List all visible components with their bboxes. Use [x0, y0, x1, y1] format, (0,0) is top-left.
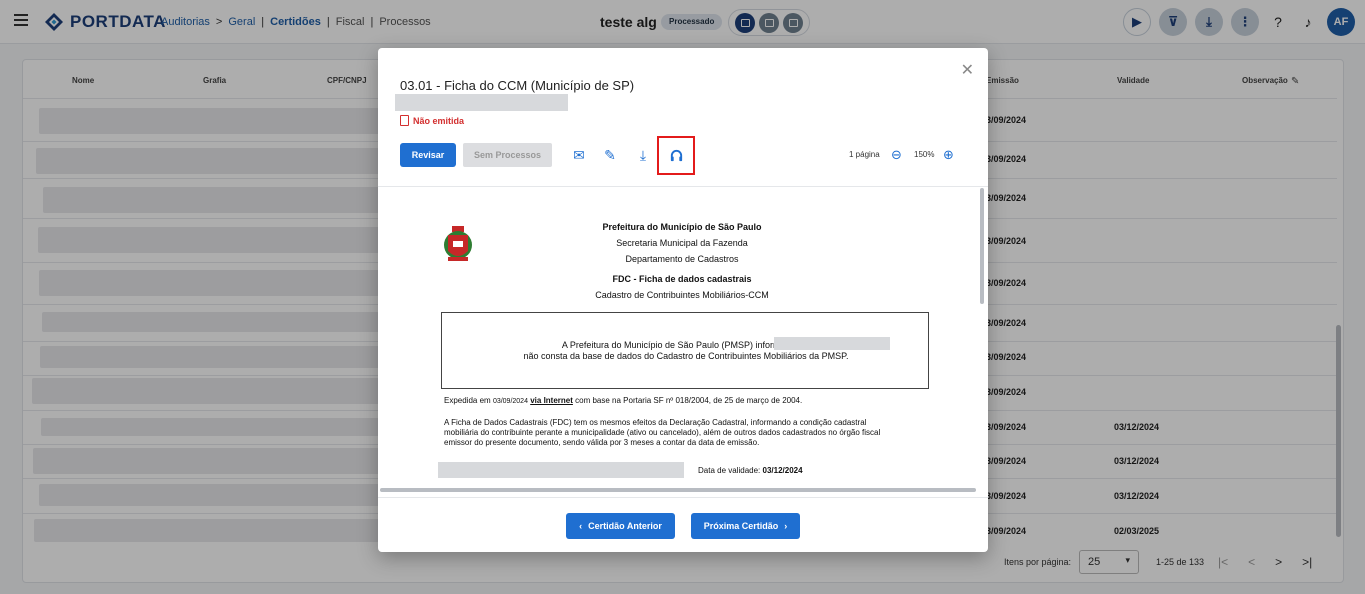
validity-date: 03/12/2024	[762, 466, 803, 475]
document-error-icon	[400, 115, 409, 126]
redacted-subtitle	[395, 94, 568, 111]
divider	[378, 186, 988, 187]
doc-header-1: Prefeitura do Município de São Paulo	[602, 222, 762, 232]
validity-label: Data de validade:	[698, 466, 761, 475]
pdf-preview[interactable]: Prefeitura do Município de São Paulo Sec…	[378, 188, 984, 493]
doc-notice-box: A Prefeitura do Município de São Paulo (…	[441, 312, 929, 389]
zoom-level: 150%	[914, 150, 935, 159]
doc-header-4: FDC - Ficha de dados cadastrais	[612, 274, 752, 284]
close-icon[interactable]: ✕	[961, 60, 974, 80]
issued-date: 03/09/2024	[492, 398, 528, 405]
highlight-box	[657, 136, 695, 175]
zoom-in-icon[interactable]: ⊕	[943, 147, 954, 163]
doc-header-5: Cadastro de Contribuintes Mobiliários-CC…	[595, 290, 769, 300]
review-button[interactable]: Revisar	[400, 143, 456, 167]
doc-fdc-paragraph: A Ficha de Dados Cadastrais (FDC) tem os…	[444, 418, 881, 447]
chevron-left-icon: ‹	[579, 521, 583, 531]
download-icon[interactable]: ⤓	[634, 146, 652, 164]
issued-via: via Internet	[530, 396, 573, 405]
doc-header-3: Departamento de Cadastros	[625, 254, 739, 264]
doc-validity: Data de validade: 03/12/2024	[698, 466, 898, 476]
pdf-scrollbar-horizontal[interactable]	[380, 488, 976, 492]
previous-certificate-button[interactable]: ‹ Certidão Anterior	[566, 513, 675, 539]
issued-suffix: com base na Portaria SF nº 018/2004, de …	[575, 396, 803, 405]
no-process-button: Sem Processos	[463, 143, 552, 167]
redacted-name	[774, 337, 890, 350]
redacted-field	[438, 462, 684, 478]
doc-notice-line-2: não consta da base de dados do Cadastro …	[523, 351, 849, 361]
city-emblem-icon	[444, 226, 472, 261]
zoom-out-icon[interactable]: ⊖	[891, 147, 902, 163]
previous-certificate-label: Certidão Anterior	[588, 521, 662, 531]
edit-icon[interactable]: ✎	[601, 146, 619, 164]
next-certificate-button[interactable]: Próxima Certidão ›	[691, 513, 800, 539]
page-count: 1 página	[849, 150, 880, 159]
email-icon[interactable]: ✉	[570, 146, 588, 164]
pdf-scrollbar-vertical[interactable]	[980, 188, 984, 304]
modal-title: 03.01 - Ficha do CCM (Município de SP)	[400, 78, 635, 93]
status-text: Não emitida	[413, 115, 465, 126]
next-certificate-label: Próxima Certidão	[703, 521, 779, 531]
doc-header-2: Secretaria Municipal da Fazenda	[616, 238, 748, 248]
certificate-modal: ✕ 03.01 - Ficha do CCM (Município de SP)…	[378, 48, 988, 552]
issued-prefix: Expedida em	[444, 396, 491, 405]
status-not-issued: Não emitida	[400, 115, 464, 126]
doc-issued-line: Expedida em 03/09/2024 via Internet com …	[444, 396, 894, 407]
chevron-right-icon: ›	[784, 521, 788, 531]
divider	[378, 497, 988, 498]
